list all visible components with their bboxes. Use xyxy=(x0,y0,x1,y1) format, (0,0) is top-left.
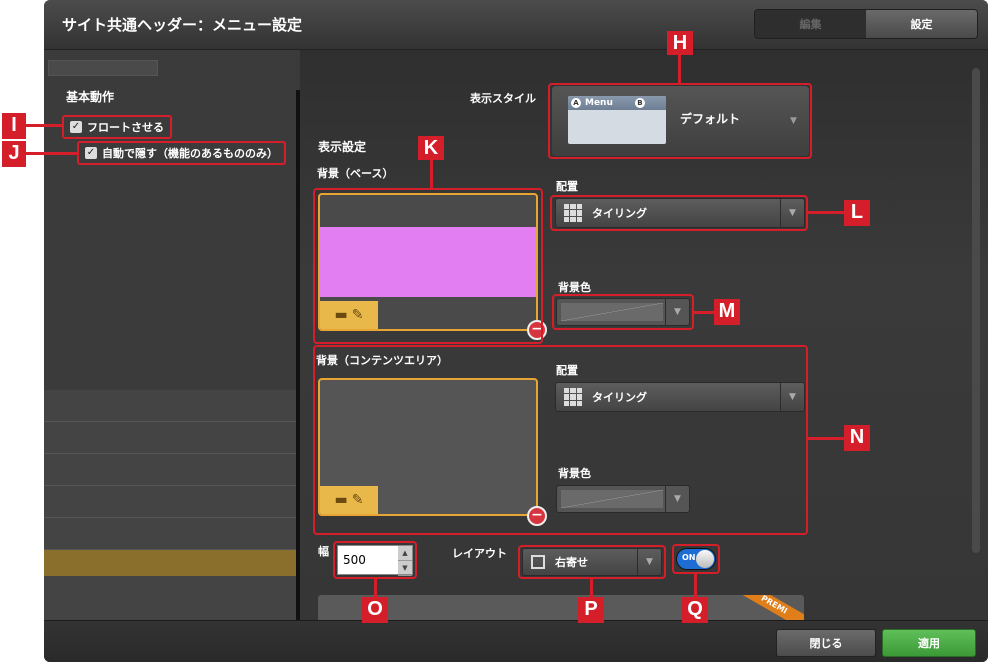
width-label: 幅 xyxy=(318,545,329,558)
autohide-checkbox-row[interactable]: ✓ 自動で隠す（機能のあるもののみ） xyxy=(77,141,286,165)
dialog-title: サイト共通ヘッダー：メニュー設定 xyxy=(62,16,303,34)
leader-line xyxy=(26,152,77,155)
tab-edit[interactable]: 編集 xyxy=(755,10,866,38)
display-settings-title: 表示設定 xyxy=(318,140,367,154)
tab-settings[interactable]: 設定 xyxy=(866,10,977,38)
leader-line xyxy=(808,211,844,214)
checkmark-icon[interactable]: ✓ xyxy=(85,147,97,159)
basic-behavior-title: 基本動作 xyxy=(66,90,115,104)
highlight-m xyxy=(552,294,694,330)
bg-base-label: 背景（ベース） xyxy=(317,167,394,180)
leader-line xyxy=(374,578,377,598)
close-button[interactable]: 閉じる xyxy=(776,629,876,657)
leader-line xyxy=(430,158,433,189)
highlight-q xyxy=(672,544,720,574)
annotation-i: I xyxy=(2,113,26,139)
background-ghost-element xyxy=(48,60,158,76)
highlight-o xyxy=(333,541,417,579)
highlight-p xyxy=(518,545,666,579)
annotation-h: H xyxy=(667,31,693,55)
mode-tabs: 編集 設定 xyxy=(754,9,978,39)
annotation-j: J xyxy=(2,141,26,167)
annotation-n: N xyxy=(844,425,870,451)
layout-label: レイアウト xyxy=(452,547,507,560)
highlight-k xyxy=(313,188,543,344)
float-checkbox-label: フロートさせる xyxy=(87,121,164,134)
bg-base-color-label: 背景色 xyxy=(558,281,591,294)
apply-button[interactable]: 適用 xyxy=(882,629,976,657)
ghost-row xyxy=(44,390,296,422)
leader-line xyxy=(694,311,714,314)
annotation-o: O xyxy=(362,597,388,623)
highlight-n xyxy=(313,345,808,535)
highlight-h xyxy=(548,83,812,159)
highlight-l xyxy=(550,195,808,231)
leader-line xyxy=(590,578,593,598)
ghost-row xyxy=(44,486,296,518)
annotation-p: P xyxy=(578,597,604,623)
ghost-row xyxy=(44,454,296,486)
bg-base-placement-label: 配置 xyxy=(556,180,578,193)
leader-line xyxy=(694,573,697,598)
display-style-label: 表示スタイル xyxy=(470,92,536,105)
background-ghost-list xyxy=(44,390,296,620)
dialog-footer: 閉じる 適用 xyxy=(44,620,988,662)
leader-line xyxy=(808,437,844,440)
annotation-q: Q xyxy=(682,597,708,623)
ghost-row xyxy=(44,422,296,454)
autohide-checkbox-label: 自動で隠す（機能のあるもののみ） xyxy=(102,147,278,160)
leader-line xyxy=(678,54,681,84)
checkmark-icon[interactable]: ✓ xyxy=(70,121,82,133)
annotation-l: L xyxy=(844,200,870,226)
ghost-highlight-row xyxy=(44,550,296,576)
title-bar: サイト共通ヘッダー：メニュー設定 編集 設定 xyxy=(44,0,988,50)
annotation-k: K xyxy=(418,136,444,160)
vertical-scrollbar[interactable] xyxy=(972,68,980,553)
annotation-m: M xyxy=(714,299,740,325)
float-checkbox-row[interactable]: ✓ フロートさせる xyxy=(62,115,172,139)
premium-ribbon: PREMI xyxy=(735,595,804,620)
leader-line xyxy=(26,124,62,127)
ghost-row xyxy=(44,518,296,550)
premium-feature-bar[interactable]: PREMI xyxy=(318,595,804,620)
